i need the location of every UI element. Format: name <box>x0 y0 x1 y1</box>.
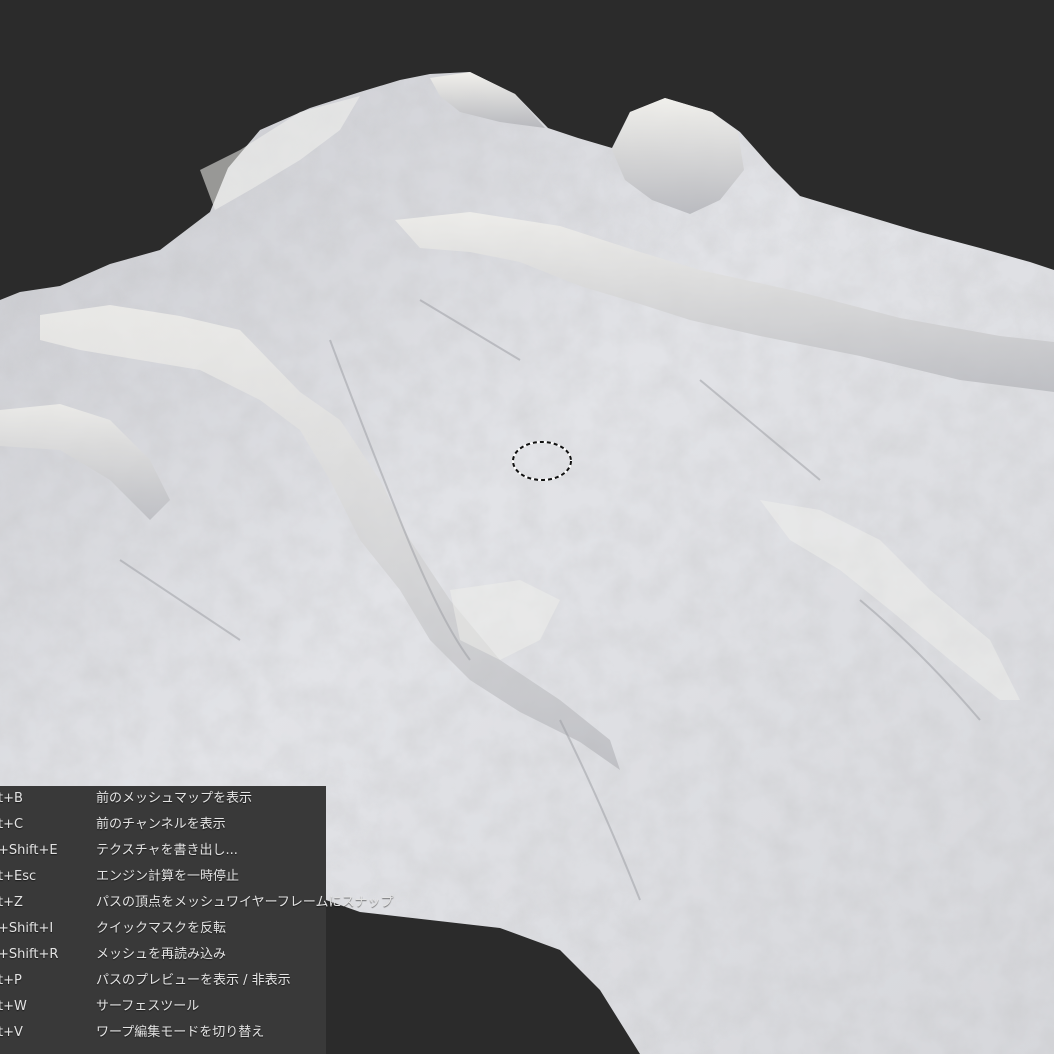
shortcut-action: パスのプレビューを表示 / 非表示 <box>96 973 291 988</box>
shortcut-action: クイックマスクを反転 <box>96 921 227 936</box>
shortcut-key: t+V <box>0 1025 23 1040</box>
shortcut-action: テクスチャを書き出し... <box>96 843 238 858</box>
shortcut-key: +Shift+E <box>0 843 58 858</box>
shortcut-row: +Shift+E テクスチャを書き出し... <box>0 838 420 864</box>
shortcut-action: 前のメッシュマップを表示 <box>96 791 253 806</box>
shortcut-row: t+B 前のメッシュマップを表示 <box>0 786 420 812</box>
shortcut-action: メッシュを再読み込み <box>96 947 227 962</box>
shortcut-row: t+W サーフェスツール <box>0 994 420 1020</box>
shortcut-key: +Shift+R <box>0 947 59 962</box>
shortcut-action: パスの頂点をメッシュワイヤーフレームにスナップ <box>96 895 394 910</box>
shortcut-key: +Shift+I <box>0 921 54 936</box>
shortcut-action: サーフェスツール <box>96 999 200 1014</box>
shortcut-row: t+Z パスの頂点をメッシュワイヤーフレームにスナップ <box>0 890 420 916</box>
shortcut-action: エンジン計算を一時停止 <box>96 869 240 884</box>
shortcut-row: t+V ワープ編集モードを切り替え <box>0 1020 420 1046</box>
shortcut-key: t+B <box>0 791 23 806</box>
shortcut-key: t+C <box>0 817 24 832</box>
shortcut-row: t+P パスのプレビューを表示 / 非表示 <box>0 968 420 994</box>
shortcut-key: t+W <box>0 999 27 1014</box>
shortcut-key: t+P <box>0 973 22 988</box>
shortcut-row: t+C 前のチャンネルを表示 <box>0 812 420 838</box>
shortcut-action: 前のチャンネルを表示 <box>96 817 226 832</box>
shortcut-key: t+Esc <box>0 869 37 884</box>
shortcut-key: t+Z <box>0 895 23 910</box>
shortcut-row: +Shift+R メッシュを再読み込み <box>0 942 420 968</box>
shortcut-list: t+B 前のメッシュマップを表示 t+C 前のチャンネルを表示 +Shift+E テク… <box>0 786 420 1048</box>
shortcut-row: +Shift+I クイックマスクを反転 <box>0 916 420 942</box>
shortcut-action: ワープ編集モードを切り替え <box>96 1025 265 1040</box>
shortcut-row: t+Esc エンジン計算を一時停止 <box>0 864 420 890</box>
